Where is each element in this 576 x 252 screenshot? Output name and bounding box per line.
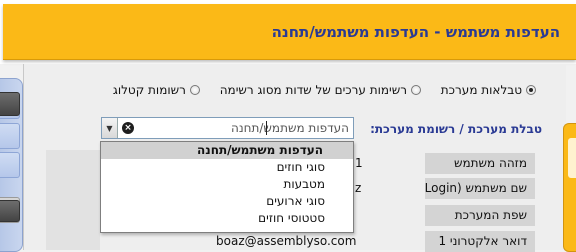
table-select-combobox[interactable]: ▼ × — [101, 117, 354, 139]
rail-top-dark-button[interactable] — [0, 92, 20, 116]
dropdown-option[interactable]: מטבעות — [101, 176, 353, 193]
rail-bottom-dark-button[interactable] — [0, 200, 20, 222]
field-label-language: שפת המערכת — [425, 205, 535, 226]
source-type-radio-group: טבלאות מערכת רשימות ערכים של שדות מסוג ר… — [97, 83, 536, 98]
table-select-label: טבלת מערכת / רשומת מערכת: — [370, 122, 542, 136]
page-title: העדפות משתמש - העדפות משתמש/תחנה — [271, 23, 560, 41]
radio-label: רשומות קטלוג — [112, 83, 186, 97]
dropdown-option[interactable]: העדפות משתמש/תחנה — [101, 142, 353, 159]
table-select-input[interactable] — [139, 121, 349, 135]
radio-button[interactable] — [526, 85, 536, 95]
radio-catalog-records[interactable]: רשומות קטלוג — [113, 83, 200, 97]
radio-button[interactable] — [189, 85, 200, 95]
field-label-email: דואר אלקטרוני 1 — [425, 231, 535, 252]
right-tab-inner — [568, 138, 576, 178]
rail-button-2[interactable] — [0, 123, 20, 149]
dropdown-option[interactable]: סוגי חוזים — [101, 159, 353, 176]
field-value-username: z — [355, 181, 362, 195]
table-select-dropdown-list: העדפות משתמש/תחנה סוגי חוזים מטבעות סוגי… — [100, 141, 354, 233]
radio-list-values[interactable]: רשימות ערכים של שדות מסוג רשימה — [220, 83, 421, 97]
dropdown-option[interactable]: סוגי ארועים — [101, 193, 353, 210]
radio-label: רשימות ערכים של שדות מסוג רשימה — [219, 83, 407, 97]
field-label-user-id: מזהה משתמש — [425, 153, 535, 174]
page-header: העדפות משתמש - העדפות משתמש/תחנה — [3, 4, 576, 60]
field-value-user-id: 1 — [355, 156, 363, 170]
rail-button-3[interactable] — [0, 152, 20, 178]
field-value-email: boaz@assemblyso.com — [216, 234, 357, 248]
text-cursor — [266, 121, 267, 135]
form-gutter — [46, 150, 100, 250]
field-label-username: שם משתמש (Login) — [425, 178, 535, 199]
clear-icon[interactable]: × — [122, 122, 134, 134]
radio-button[interactable] — [410, 85, 421, 95]
radio-system-tables[interactable]: טבלאות מערכת — [441, 83, 536, 97]
dropdown-arrow-icon[interactable]: ▼ — [102, 118, 118, 138]
radio-label: טבלאות מערכת — [440, 83, 522, 97]
dropdown-option[interactable]: סטטוסי חוזים — [101, 210, 353, 227]
right-side-tab[interactable] — [563, 123, 576, 252]
